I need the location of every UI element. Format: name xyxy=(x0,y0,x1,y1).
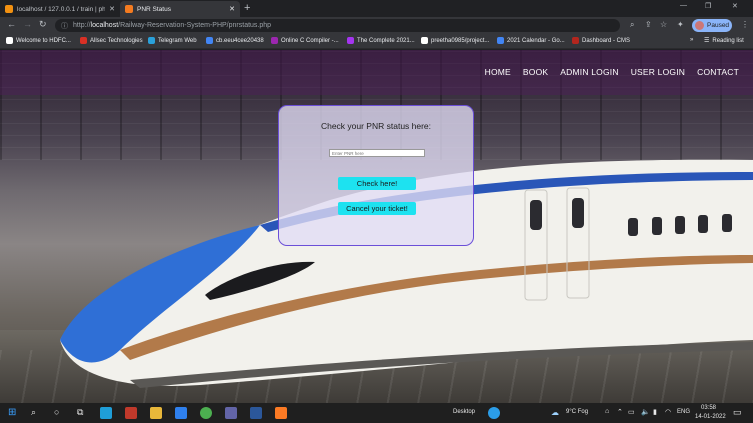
weather-text[interactable]: 9°C Fog xyxy=(566,409,588,415)
cms-icon xyxy=(572,37,579,44)
windows-start-icon[interactable]: ⊞ xyxy=(8,407,16,418)
task-view-icon[interactable]: ⧉ xyxy=(77,407,83,418)
nav-user-login[interactable]: USER LOGIN xyxy=(631,67,685,77)
back-icon[interactable]: ← xyxy=(7,19,16,29)
bookmark-item[interactable]: Online C Compiler -... xyxy=(271,37,339,44)
zoom-icon[interactable]: ⌕ xyxy=(630,20,634,30)
info-icon[interactable]: ⓘ xyxy=(61,21,68,31)
allsec-icon xyxy=(80,37,87,44)
language-indicator[interactable]: ENG xyxy=(677,409,690,415)
new-tab-icon[interactable]: + xyxy=(244,2,250,14)
browser-toolbar: ← → ↻ ⓘ http://localhost/Railway-Reserva… xyxy=(0,17,753,34)
tab-title: PNR Status xyxy=(137,5,171,13)
bookmarks-bar: Welcome to HDFC... Allsec Technologies T… xyxy=(0,34,753,49)
cancel-ticket-button[interactable]: Cancel your ticket! xyxy=(338,202,416,215)
weather-icon[interactable]: ☁ xyxy=(551,408,559,417)
wifi-icon[interactable]: ◠ xyxy=(665,408,671,416)
address-bar[interactable]: ⓘ http://localhost/Railway-Reservation-S… xyxy=(55,19,620,32)
battery-icon[interactable]: ▮ xyxy=(653,408,657,416)
github-icon xyxy=(421,37,428,44)
chevron-up-icon[interactable]: ⌃ xyxy=(617,408,623,416)
desktop-toolbar-label[interactable]: Desktop xyxy=(453,409,475,415)
teams-icon[interactable] xyxy=(225,407,237,419)
file-explorer-icon[interactable] xyxy=(150,407,162,419)
tab-pnr-status[interactable]: PNR Status ✕ xyxy=(120,1,240,17)
nav-contact[interactable]: CONTACT xyxy=(697,67,739,77)
clock-date[interactable]: 14-01-2022 xyxy=(695,414,726,420)
bookmark-item[interactable]: 2021 Calendar - Go... xyxy=(497,37,565,44)
pnr-form-card: Check your PNR status here: Check here! … xyxy=(278,105,474,246)
url-path: /Railway-Reservation-System-PHP/pnrstatu… xyxy=(118,22,272,29)
clock-time[interactable]: 03:58 xyxy=(701,405,716,411)
bookmark-item[interactable]: Dashboard - CMS xyxy=(572,37,630,44)
bookmarks-overflow-button[interactable]: » xyxy=(690,37,693,43)
browser-tab-strip: localhost / 127.0.0.1 / train | php ✕ PN… xyxy=(0,0,753,17)
calendar-icon xyxy=(497,37,504,44)
volume-icon[interactable]: 🔈 xyxy=(641,408,650,416)
close-tab-icon[interactable]: ✕ xyxy=(109,5,115,13)
telegram-icon xyxy=(148,37,155,44)
close-window-icon[interactable]: ✕ xyxy=(732,2,738,10)
network-icon[interactable]: ▭ xyxy=(628,408,635,416)
xampp-icon[interactable] xyxy=(275,407,287,419)
cloud-icon xyxy=(206,37,213,44)
compiler-icon xyxy=(271,37,278,44)
windows-taskbar: ⊞ ⌕ ○ ⧉ Desktop ☁ 9°C Fog ⌂ ⌃ ▭ 🔈 ▮ ◠ EN… xyxy=(0,403,753,423)
share-icon[interactable]: ⇪ xyxy=(645,20,652,29)
notifications-icon[interactable]: ▭ xyxy=(733,407,742,418)
close-tab-icon[interactable]: ✕ xyxy=(229,5,235,13)
site-nav: HOME BOOK ADMIN LOGIN USER LOGIN CONTACT xyxy=(485,67,739,77)
page-viewport: HOME BOOK ADMIN LOGIN USER LOGIN CONTACT… xyxy=(0,50,753,403)
vscode-icon[interactable] xyxy=(175,407,187,419)
people-icon[interactable]: ⌂ xyxy=(605,408,609,415)
word-icon[interactable] xyxy=(250,407,262,419)
tab-phpmyadmin[interactable]: localhost / 127.0.0.1 / train | php ✕ xyxy=(0,1,120,17)
bookmark-item[interactable]: Welcome to HDFC... xyxy=(6,37,71,44)
nav-admin-login[interactable]: ADMIN LOGIN xyxy=(560,67,618,77)
edge-icon[interactable] xyxy=(100,407,112,419)
url-host: localhost xyxy=(90,22,119,29)
star-icon[interactable]: ☆ xyxy=(660,20,667,29)
reading-list-button[interactable]: ☰ Reading list xyxy=(704,37,744,45)
hdfc-icon xyxy=(6,37,13,44)
check-pnr-button[interactable]: Check here! xyxy=(338,177,416,190)
site-favicon-icon xyxy=(125,5,133,13)
pnr-form-title: Check your PNR status here: xyxy=(320,121,432,131)
maximize-icon[interactable]: ❐ xyxy=(705,2,711,10)
udemy-icon xyxy=(347,37,354,44)
url-prefix: http:// xyxy=(73,22,91,29)
pnr-input[interactable] xyxy=(329,149,425,157)
phpmyadmin-favicon-icon xyxy=(5,5,13,13)
bookmark-item[interactable]: The Complete 2021... xyxy=(347,37,415,44)
profile-label: Paused xyxy=(707,22,730,29)
bookmark-item[interactable]: cb.eeu4cee20438 xyxy=(206,37,264,44)
nav-book[interactable]: BOOK xyxy=(523,67,548,77)
bookmark-item[interactable]: Telegram Web xyxy=(148,37,197,44)
search-icon[interactable]: ⌕ xyxy=(31,407,36,418)
minimize-icon[interactable]: — xyxy=(680,2,687,9)
app-icon[interactable] xyxy=(125,407,137,419)
avatar xyxy=(695,21,704,30)
cortana-icon[interactable]: ○ xyxy=(54,407,59,417)
tab-title: localhost / 127.0.0.1 / train | php xyxy=(17,5,106,13)
nav-home[interactable]: HOME xyxy=(485,67,511,77)
extensions-icon[interactable]: ✦ xyxy=(677,20,684,29)
reload-icon[interactable]: ↻ xyxy=(39,19,47,30)
menu-icon[interactable]: ⋮ xyxy=(741,20,749,29)
reading-list-icon: ☰ xyxy=(704,38,710,44)
chrome-icon[interactable] xyxy=(200,407,212,419)
profile-button[interactable]: Paused xyxy=(692,19,732,32)
bookmark-item[interactable]: preetha0985/project... xyxy=(421,37,489,44)
globe-icon[interactable] xyxy=(488,407,500,419)
forward-icon[interactable]: → xyxy=(23,19,32,29)
bookmark-item[interactable]: Allsec Technologies xyxy=(80,37,143,44)
site-header: HOME BOOK ADMIN LOGIN USER LOGIN CONTACT xyxy=(0,50,753,95)
